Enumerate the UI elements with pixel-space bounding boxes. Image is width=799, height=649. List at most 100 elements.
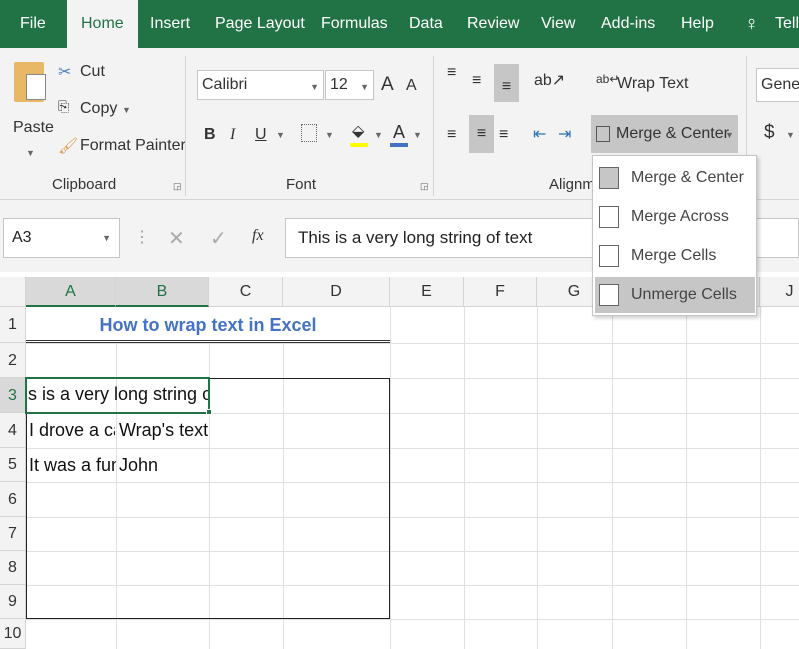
merge-center-icon <box>596 126 610 142</box>
font-launcher-icon[interactable]: ◲ <box>420 181 429 192</box>
row-header-10[interactable]: 10 <box>0 619 26 649</box>
select-all-button[interactable] <box>0 277 26 307</box>
top-align-icon[interactable]: ≡ <box>447 64 456 82</box>
number-format-select[interactable]: Genera <box>756 68 799 102</box>
font-size-select[interactable]: 12 ▼ <box>325 70 374 100</box>
paste-button[interactable]: Paste <box>13 119 54 137</box>
tab-data[interactable]: Data <box>409 0 443 48</box>
wrap-text-icon: ab↵ <box>596 72 620 86</box>
tab-insert[interactable]: Insert <box>150 0 190 48</box>
font-name-value: Calibri <box>202 76 248 93</box>
fill-color-swatch <box>350 143 368 147</box>
menu-item-merge-cells[interactable]: Merge Cells <box>595 238 755 274</box>
merge-across-icon <box>599 206 619 228</box>
merge-center-button[interactable]: Merge & Center ▼ <box>591 115 738 153</box>
column-header-a[interactable]: A <box>26 277 116 307</box>
cell-b4[interactable]: Wrap's text <box>119 420 209 441</box>
copy-icon: ⎘ <box>58 98 70 114</box>
tell-me-search[interactable]: Tell <box>775 0 799 48</box>
copy-dropdown-icon[interactable]: ▼ <box>122 105 131 115</box>
menu-item-merge-across[interactable]: Merge Across <box>595 199 755 235</box>
column-header-d[interactable]: D <box>283 277 390 307</box>
row-header-2[interactable]: 2 <box>0 343 26 378</box>
more-options-icon: ⋮ <box>134 229 150 246</box>
borders-dropdown-icon[interactable]: ▼ <box>325 130 334 140</box>
unmerge-cells-icon <box>599 284 619 306</box>
align-center-icon[interactable]: ≡ <box>469 115 494 153</box>
underline-button[interactable]: U <box>255 126 267 144</box>
column-header-j[interactable]: J <box>760 277 799 307</box>
format-painter-icon: 🖌 <box>58 138 79 155</box>
row-header-5[interactable]: 5 <box>0 448 26 482</box>
cut-button[interactable]: Cut <box>80 63 105 81</box>
decrease-indent-icon[interactable]: ⇤ <box>533 124 546 144</box>
bold-button[interactable]: B <box>204 126 216 144</box>
fill-color-icon[interactable]: ⬙ <box>352 121 364 141</box>
lightbulb-icon[interactable]: ♀ <box>744 0 759 48</box>
font-color-swatch <box>390 143 408 147</box>
grow-font-button[interactable]: A <box>381 74 394 96</box>
column-header-c[interactable]: C <box>209 277 283 307</box>
fill-handle[interactable] <box>206 409 212 415</box>
cell-b5[interactable]: John <box>119 455 209 476</box>
paste-icon[interactable] <box>14 62 46 102</box>
menu-item-unmerge-cells[interactable]: Unmerge Cells <box>595 277 755 313</box>
increase-indent-icon[interactable]: ⇥ <box>558 124 571 144</box>
copy-button[interactable]: Copy <box>80 100 117 118</box>
font-name-select[interactable]: Calibri ▼ <box>197 70 324 100</box>
tab-view[interactable]: View <box>541 0 575 48</box>
insert-function-button[interactable]: fx <box>252 227 264 245</box>
shrink-font-button[interactable]: A <box>406 77 417 95</box>
merge-center-label: Merge & Center <box>616 125 729 142</box>
paste-dropdown-icon[interactable]: ▼ <box>26 148 35 158</box>
row-header-8[interactable]: 8 <box>0 551 26 585</box>
font-color-button[interactable]: A <box>393 122 405 143</box>
merge-cells-icon <box>599 245 619 267</box>
column-header-e[interactable]: E <box>390 277 464 307</box>
currency-dropdown-icon[interactable]: ▼ <box>786 130 795 140</box>
align-right-icon[interactable]: ≡ <box>499 126 508 144</box>
tab-review[interactable]: Review <box>467 0 519 48</box>
column-header-b[interactable]: B <box>116 277 209 307</box>
bottom-align-icon[interactable]: ≡ <box>494 64 519 102</box>
row-header-6[interactable]: 6 <box>0 482 26 517</box>
tab-file[interactable]: File <box>20 0 46 48</box>
row-header-7[interactable]: 7 <box>0 517 26 551</box>
currency-button[interactable]: $ <box>764 122 775 144</box>
orientation-icon[interactable]: ab↗ <box>534 70 565 90</box>
merge-center-icon <box>599 167 619 189</box>
wrap-text-button[interactable]: Wrap Text <box>617 75 688 93</box>
row-header-4[interactable]: 4 <box>0 413 26 448</box>
tab-page-layout[interactable]: Page Layout <box>215 0 305 48</box>
name-box-value: A3 <box>12 229 32 246</box>
font-size-value: 12 <box>330 76 348 93</box>
name-box[interactable]: A3 ▼ <box>3 218 120 258</box>
format-painter-button[interactable]: Format Painter <box>80 137 186 155</box>
title-text: How to wrap text in Excel <box>99 315 317 335</box>
tab-add-ins[interactable]: Add-ins <box>601 0 655 48</box>
clipboard-launcher-icon[interactable]: ◲ <box>173 181 182 192</box>
column-header-f[interactable]: F <box>464 277 537 307</box>
borders-icon[interactable] <box>301 124 317 142</box>
menu-item-label: Merge Cells <box>631 247 717 264</box>
italic-button[interactable]: I <box>230 126 235 144</box>
cancel-icon[interactable]: ✕ <box>168 226 185 251</box>
tab-formulas[interactable]: Formulas <box>321 0 388 48</box>
align-left-icon[interactable]: ≡ <box>447 126 456 144</box>
merge-dropdown-icon[interactable]: ▼ <box>725 130 734 140</box>
row-header-3[interactable]: 3 <box>0 378 26 413</box>
cell-a5[interactable]: It was a fun <box>29 455 116 476</box>
clipboard-group-label: Clipboard <box>52 176 117 193</box>
enter-icon[interactable]: ✓ <box>210 226 227 251</box>
font-color-dropdown-icon[interactable]: ▼ <box>413 130 422 140</box>
merged-title-cell[interactable]: How to wrap text in Excel <box>26 307 390 343</box>
row-header-9[interactable]: 9 <box>0 585 26 619</box>
tab-help[interactable]: Help <box>681 0 714 48</box>
tab-home[interactable]: Home <box>67 0 138 48</box>
fill-color-dropdown-icon[interactable]: ▼ <box>374 130 383 140</box>
menu-item-merge-center[interactable]: Merge & Center <box>595 160 755 196</box>
row-header-1[interactable]: 1 <box>0 307 26 343</box>
cell-a4[interactable]: I drove a ca <box>29 420 115 441</box>
middle-align-icon[interactable]: ≡ <box>472 72 481 90</box>
underline-dropdown-icon[interactable]: ▼ <box>276 130 285 140</box>
